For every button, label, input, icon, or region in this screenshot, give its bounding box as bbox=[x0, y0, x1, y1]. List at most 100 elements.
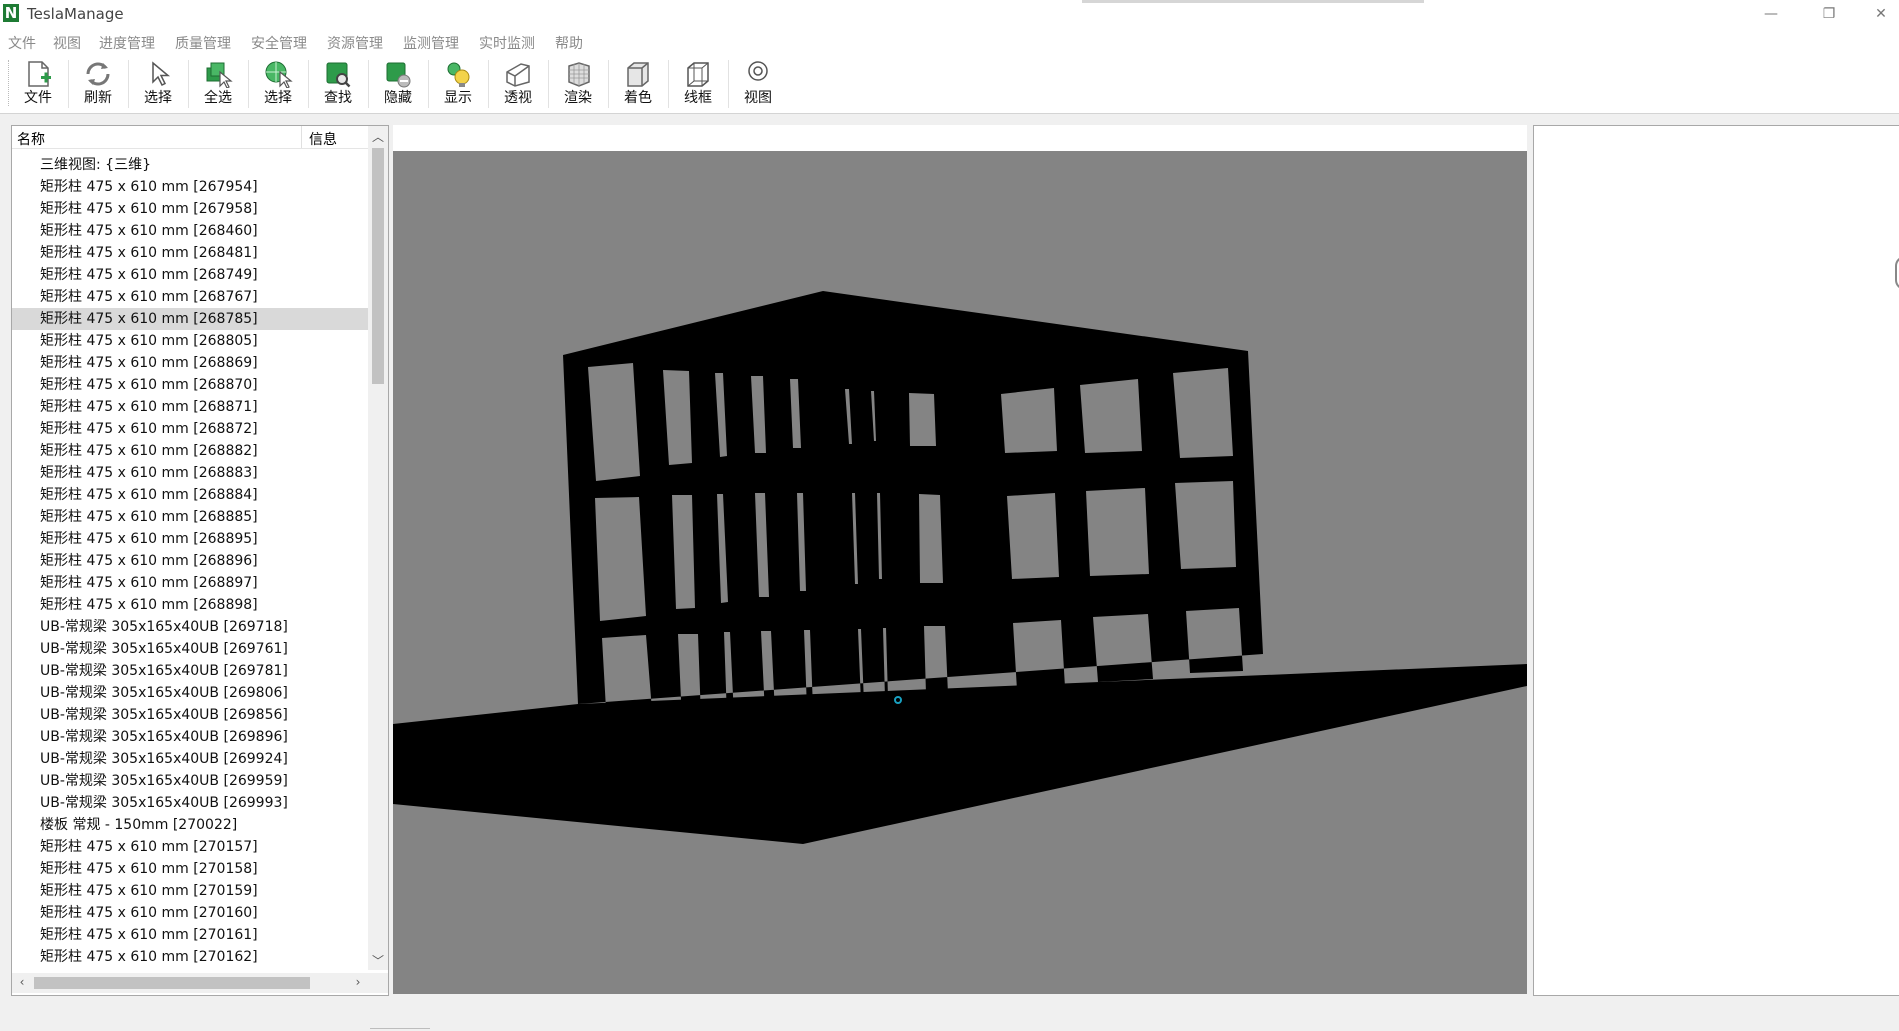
tree-item[interactable]: UB-常规梁 305x165x40UB [269959] bbox=[12, 770, 368, 792]
menu-schedule[interactable]: 进度管理 bbox=[99, 33, 155, 53]
restore-button[interactable]: ❐ bbox=[1806, 0, 1852, 29]
tree-list: 三维视图: {三维} 矩形柱 475 x 610 mm [267954] 矩形柱 4… bbox=[12, 154, 368, 968]
column-divider[interactable] bbox=[301, 126, 302, 148]
find-button[interactable]: 查找 bbox=[308, 57, 368, 111]
new-file-icon bbox=[28, 61, 51, 87]
title-bar: N TeslaManage — ❐ ✕ bbox=[0, 0, 1899, 29]
vertical-scroll-thumb[interactable] bbox=[372, 148, 384, 384]
perspective-icon bbox=[506, 63, 530, 87]
minimize-button[interactable]: — bbox=[1748, 0, 1794, 29]
tree-item[interactable]: 矩形柱 475 x 610 mm [270157] bbox=[12, 836, 368, 858]
scroll-right-icon[interactable]: › bbox=[348, 975, 368, 989]
tree-item[interactable]: 矩形柱 475 x 610 mm [268885] bbox=[12, 506, 368, 528]
tree-item[interactable]: 三维视图: {三维} bbox=[12, 154, 368, 176]
tree-item[interactable]: 矩形柱 475 x 610 mm [268872] bbox=[12, 418, 368, 440]
scroll-down-icon[interactable]: ﹀ bbox=[368, 952, 388, 969]
menu-safety[interactable]: 安全管理 bbox=[251, 33, 307, 53]
tree-item[interactable]: 矩形柱 475 x 610 mm [268869] bbox=[12, 352, 368, 374]
close-button[interactable]: ✕ bbox=[1858, 0, 1899, 29]
hide-button-label: 隐藏 bbox=[384, 90, 412, 106]
select-button-label: 选择 bbox=[144, 90, 172, 106]
tree-item[interactable]: UB-常规梁 305x165x40UB [269993] bbox=[12, 792, 368, 814]
file-button[interactable]: 文件 bbox=[8, 57, 68, 111]
render-button[interactable]: 渲染 bbox=[548, 57, 608, 111]
render-button-label: 渲染 bbox=[564, 90, 592, 106]
menu-monitoring[interactable]: 监测管理 bbox=[403, 33, 459, 53]
tree-item[interactable]: 矩形柱 475 x 610 mm [268884] bbox=[12, 484, 368, 506]
shade-button[interactable]: 着色 bbox=[608, 57, 668, 111]
scroll-up-icon[interactable]: ︿ bbox=[368, 128, 388, 145]
window-title: TeslaManage bbox=[27, 5, 124, 23]
tree-item[interactable]: 矩形柱 475 x 610 mm [268883] bbox=[12, 462, 368, 484]
select-globe-icon bbox=[265, 61, 293, 88]
tree-item[interactable]: UB-常规梁 305x165x40UB [269856] bbox=[12, 704, 368, 726]
tree-item[interactable]: 矩形柱 475 x 610 mm [268749] bbox=[12, 264, 368, 286]
tree-item[interactable]: 矩形柱 475 x 610 mm [268481] bbox=[12, 242, 368, 264]
wireframe-icon bbox=[687, 62, 709, 87]
tree-item[interactable]: 矩形柱 475 x 610 mm [270162] bbox=[12, 946, 368, 968]
show-button-label: 显示 bbox=[444, 90, 472, 106]
perspective-button[interactable]: 透视 bbox=[488, 57, 548, 111]
tree-item[interactable]: 矩形柱 475 x 610 mm [268785] bbox=[12, 308, 368, 330]
panel-toggle-icon[interactable] bbox=[1895, 256, 1899, 290]
menu-file[interactable]: 文件 bbox=[8, 33, 36, 53]
tree-item[interactable]: 楼板 常规 - 150mm [270022] bbox=[12, 814, 368, 836]
tree-item[interactable]: 矩形柱 475 x 610 mm [268871] bbox=[12, 396, 368, 418]
column-header-info[interactable]: 信息 bbox=[309, 129, 337, 149]
select-all-button-label: 全选 bbox=[204, 90, 232, 106]
model-tree-panel: 名称 信息 三维视图: {三维} 矩形柱 475 x 610 mm [267954… bbox=[11, 125, 389, 996]
tree-item[interactable]: UB-常规梁 305x165x40UB [269924] bbox=[12, 748, 368, 770]
tree-item[interactable]: 矩形柱 475 x 610 mm [268805] bbox=[12, 330, 368, 352]
tree-vertical-scrollbar[interactable]: ︿ ﹀ bbox=[368, 126, 388, 970]
menu-bar: 文件 视图 进度管理 质量管理 安全管理 资源管理 监测管理 实时监测 帮助 bbox=[0, 29, 1899, 54]
find-button-label: 查找 bbox=[324, 90, 352, 106]
shade-icon bbox=[627, 62, 649, 87]
tree-item[interactable]: 矩形柱 475 x 610 mm [268898] bbox=[12, 594, 368, 616]
menu-resource[interactable]: 资源管理 bbox=[327, 33, 383, 53]
status-bar bbox=[0, 1000, 1899, 1031]
menu-view[interactable]: 视图 bbox=[53, 33, 81, 53]
select-all-button[interactable]: 全选 bbox=[188, 57, 248, 111]
view-button[interactable]: 视图 bbox=[728, 57, 788, 111]
menu-realtime[interactable]: 实时监测 bbox=[479, 33, 535, 53]
tree-item[interactable]: UB-常规梁 305x165x40UB [269718] bbox=[12, 616, 368, 638]
tree-item[interactable]: 矩形柱 475 x 610 mm [268897] bbox=[12, 572, 368, 594]
menu-quality[interactable]: 质量管理 bbox=[175, 33, 231, 53]
tree-item[interactable]: 矩形柱 475 x 610 mm [268895] bbox=[12, 528, 368, 550]
tree-header: 名称 信息 bbox=[12, 126, 368, 149]
show-button[interactable]: 显示 bbox=[428, 57, 488, 111]
tree-item[interactable]: 矩形柱 475 x 610 mm [268870] bbox=[12, 374, 368, 396]
tree-item[interactable]: 矩形柱 475 x 610 mm [268460] bbox=[12, 220, 368, 242]
select-region-button[interactable]: 选择 bbox=[248, 57, 308, 111]
tree-item[interactable]: 矩形柱 475 x 610 mm [267954] bbox=[12, 176, 368, 198]
tree-item[interactable]: 矩形柱 475 x 610 mm [267958] bbox=[12, 198, 368, 220]
tree-item[interactable]: 矩形柱 475 x 610 mm [270160] bbox=[12, 902, 368, 924]
refresh-button[interactable]: 刷新 bbox=[68, 57, 128, 111]
tree-horizontal-scrollbar[interactable]: ‹ › bbox=[12, 973, 368, 993]
refresh-icon bbox=[86, 62, 110, 86]
column-header-name[interactable]: 名称 bbox=[17, 129, 45, 149]
tree-item[interactable]: 矩形柱 475 x 610 mm [270161] bbox=[12, 924, 368, 946]
tree-item[interactable]: UB-常规梁 305x165x40UB [269806] bbox=[12, 682, 368, 704]
tree-item[interactable]: UB-常规梁 305x165x40UB [269781] bbox=[12, 660, 368, 682]
menu-help[interactable]: 帮助 bbox=[555, 33, 583, 53]
wireframe-button-label: 线框 bbox=[684, 90, 712, 106]
select-button[interactable]: 选择 bbox=[128, 57, 188, 111]
3d-viewport[interactable] bbox=[393, 151, 1527, 994]
tree-item[interactable]: 矩形柱 475 x 610 mm [270158] bbox=[12, 858, 368, 880]
horizontal-scroll-thumb[interactable] bbox=[34, 977, 310, 989]
wireframe-button[interactable]: 线框 bbox=[668, 57, 728, 111]
scrollbar-corner bbox=[368, 973, 388, 993]
perspective-button-label: 透视 bbox=[504, 90, 532, 106]
tree-item[interactable]: 矩形柱 475 x 610 mm [270159] bbox=[12, 880, 368, 902]
select-all-icon bbox=[206, 62, 233, 88]
hide-button[interactable]: 隐藏 bbox=[368, 57, 428, 111]
viewport-frame bbox=[393, 125, 1527, 994]
tree-item[interactable]: UB-常规梁 305x165x40UB [269761] bbox=[12, 638, 368, 660]
tree-item[interactable]: 矩形柱 475 x 610 mm [268882] bbox=[12, 440, 368, 462]
scroll-left-icon[interactable]: ‹ bbox=[12, 975, 32, 989]
tree-item[interactable]: UB-常规梁 305x165x40UB [269896] bbox=[12, 726, 368, 748]
tree-item[interactable]: 矩形柱 475 x 610 mm [268767] bbox=[12, 286, 368, 308]
view-button-label: 视图 bbox=[744, 90, 772, 106]
tree-item[interactable]: 矩形柱 475 x 610 mm [268896] bbox=[12, 550, 368, 572]
